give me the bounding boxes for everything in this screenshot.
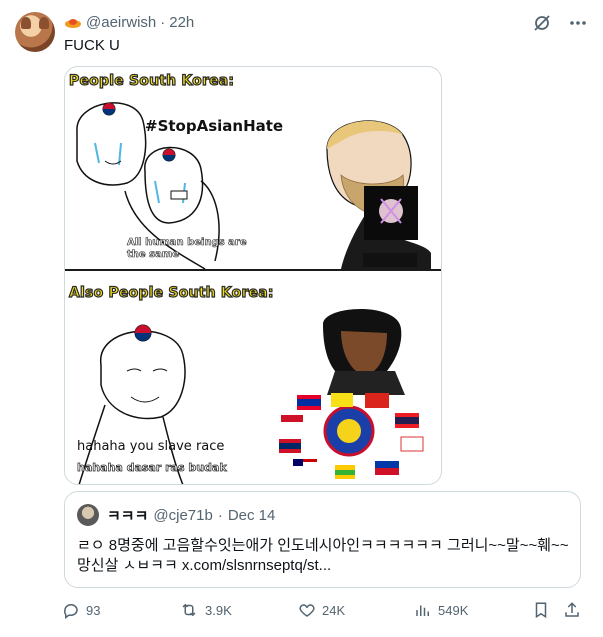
- action-bar: 93 3.9K 24K 549K: [62, 599, 587, 621]
- quote-header: ㅋㅋㅋ @cje71b · Dec 14: [107, 505, 275, 526]
- share-icon: [565, 602, 579, 617]
- panel1-caption-line1: All human beings are: [127, 237, 247, 249]
- bookmark-button[interactable]: [532, 599, 550, 621]
- separator-dot: ·: [160, 13, 166, 31]
- share-button[interactable]: [563, 599, 581, 621]
- panel2-subcaption: hahaha dasar ras budak: [77, 461, 227, 475]
- views-count: 549K: [438, 602, 469, 618]
- panel1-caption-line2: the same: [127, 249, 180, 261]
- views-icon: [416, 605, 429, 616]
- grok-icon[interactable]: [531, 12, 553, 34]
- repost-button[interactable]: 3.9K: [179, 599, 232, 621]
- panel2-drawing: [78, 309, 424, 484]
- quote-separator-dot: ·: [217, 507, 223, 524]
- reply-button[interactable]: 93: [62, 599, 100, 621]
- like-button[interactable]: 24K: [298, 599, 345, 621]
- heart-icon: [299, 604, 315, 617]
- quote-author-name: ㅋㅋㅋ: [107, 508, 149, 525]
- bookmark-icon: [535, 602, 547, 619]
- more-icon[interactable]: [567, 12, 589, 34]
- quoted-tweet[interactable]: ㅋㅋㅋ @cje71b · Dec 14 ㄹㅇ 8명중에 고음할수잇는애가 인도…: [64, 491, 581, 588]
- reply-count: 93: [86, 602, 101, 618]
- repost-icon: [182, 603, 196, 617]
- tweet-time[interactable]: 22h: [169, 14, 194, 31]
- like-count: 24K: [322, 602, 346, 618]
- tweet-header: @aeirwish · 22h: [64, 12, 194, 32]
- quote-date: Dec 14: [227, 507, 276, 524]
- affiliation-badge-icon: [64, 16, 82, 28]
- author-handle[interactable]: @aeirwish: [86, 14, 156, 31]
- repost-count: 3.9K: [205, 602, 232, 618]
- panel2-caption: hahaha you slave race: [77, 439, 225, 454]
- meme-image[interactable]: People South Korea: #StopAsianHate All h…: [64, 66, 442, 485]
- panel1-hashtag: #StopAsianHate: [145, 117, 284, 135]
- panel2-title: Also People South Korea:: [68, 284, 274, 301]
- tweet-text: FUCK U: [64, 37, 120, 54]
- quote-text: ㄹㅇ 8명중에 고음할수잇는애가 인도네시아인ㅋㅋㅋㅋㅋㅋ 그러니~~말~~훼~…: [77, 537, 569, 574]
- quote-author-handle: @cje71b: [153, 507, 213, 524]
- reply-icon: [63, 603, 78, 619]
- top-actions: [531, 12, 589, 34]
- quote-author-avatar: [77, 504, 99, 526]
- panel1-title: People South Korea:: [68, 72, 235, 89]
- panel-divider: [65, 269, 441, 271]
- tweet[interactable]: @aeirwish · 22h FUCK U People South Kore…: [0, 0, 603, 637]
- author-avatar[interactable]: [15, 12, 55, 52]
- views-button[interactable]: 549K: [414, 599, 468, 621]
